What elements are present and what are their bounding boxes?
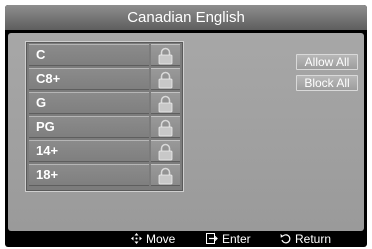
lock-toggle[interactable]: [151, 140, 180, 162]
lock-icon: [158, 95, 173, 113]
move-label: Move: [146, 232, 176, 246]
block-all-button[interactable]: Block All: [296, 75, 358, 91]
return-icon: [280, 234, 291, 244]
rating-label: C8+: [29, 68, 149, 90]
enter-label: Enter: [222, 232, 251, 246]
footer-help-bar: Move Enter Return: [5, 232, 367, 247]
lock-toggle[interactable]: [151, 116, 180, 138]
lock-toggle[interactable]: [151, 92, 180, 114]
tv-menu-screen: Canadian English C C8+ G PG 14+ 18+ Allo…: [5, 5, 367, 247]
rating-label: 14+: [29, 140, 149, 162]
lock-toggle[interactable]: [151, 44, 180, 66]
rating-row-18[interactable]: 18+: [29, 164, 180, 186]
menu-title: Canadian English: [5, 5, 367, 30]
rating-label: G: [29, 92, 149, 114]
rating-row-g[interactable]: G: [29, 92, 180, 114]
lock-icon: [158, 47, 173, 65]
rating-row-pg[interactable]: PG: [29, 116, 180, 138]
lock-icon: [158, 143, 173, 161]
footer-return: Return: [280, 232, 331, 247]
lock-icon: [158, 71, 173, 89]
rating-label: C: [29, 44, 149, 66]
ratings-table: C C8+ G PG 14+ 18+: [25, 41, 184, 192]
lock-icon: [158, 119, 173, 137]
return-label: Return: [295, 232, 332, 246]
allow-all-button[interactable]: Allow All: [296, 54, 358, 70]
footer-enter: Enter: [206, 232, 251, 247]
move-arrows-icon: [131, 233, 142, 244]
lock-toggle[interactable]: [151, 68, 180, 90]
enter-icon: [206, 233, 218, 244]
rating-label: PG: [29, 116, 149, 138]
rating-row-c[interactable]: C: [29, 44, 180, 66]
rating-row-14[interactable]: 14+: [29, 140, 180, 162]
lock-toggle[interactable]: [151, 164, 180, 186]
rating-label: 18+: [29, 164, 149, 186]
footer-move: Move: [131, 232, 175, 247]
rating-row-c8[interactable]: C8+: [29, 68, 180, 90]
ratings-panel: C C8+ G PG 14+ 18+ Allow All Block All: [8, 33, 364, 231]
lock-icon: [158, 167, 173, 185]
